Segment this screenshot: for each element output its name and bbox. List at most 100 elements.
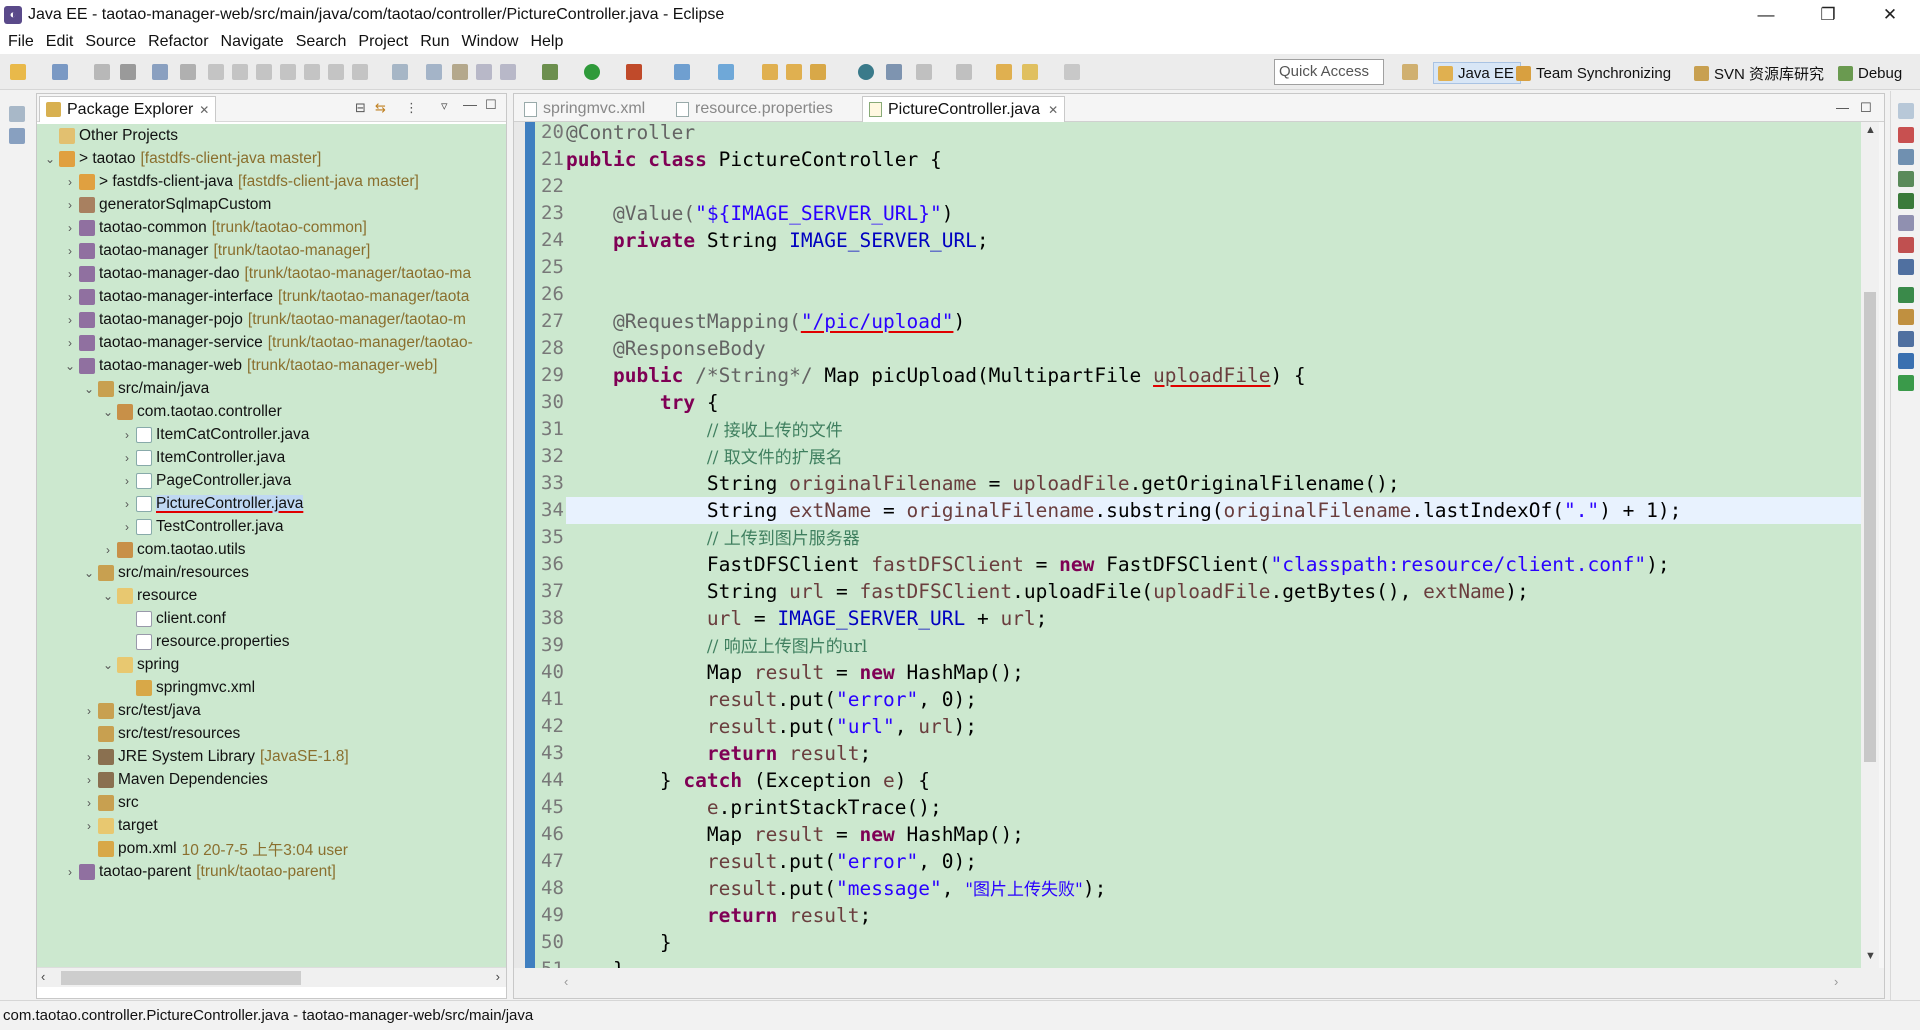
- expand-arrow[interactable]: ›: [120, 428, 134, 442]
- tree-item[interactable]: › src/test/java: [82, 699, 201, 722]
- expand-arrow[interactable]: ⌄: [101, 405, 115, 419]
- tree-item[interactable]: › PageController.java: [120, 469, 291, 492]
- expand-arrow[interactable]: ›: [82, 796, 96, 810]
- new-server-icon[interactable]: [674, 64, 690, 80]
- expand-arrow[interactable]: ›: [120, 520, 134, 534]
- properties-icon[interactable]: [1898, 215, 1914, 231]
- expand-arrow[interactable]: ›: [63, 313, 77, 327]
- save-all-icon[interactable]: [120, 64, 136, 80]
- collapse-all-icon[interactable]: ⊟: [355, 100, 366, 116]
- problems-icon[interactable]: [1898, 127, 1914, 143]
- external-tools-icon[interactable]: [626, 64, 642, 80]
- restore-view-icon[interactable]: [9, 106, 25, 122]
- minimize-view-icon[interactable]: —: [463, 96, 477, 112]
- close-icon[interactable]: ✕: [199, 103, 209, 117]
- tree-item[interactable]: resource.properties: [120, 630, 290, 653]
- quick-access-input[interactable]: Quick Access: [1274, 59, 1384, 85]
- vertical-scrollbar[interactable]: ▲ ▼: [1861, 122, 1879, 968]
- tree-item[interactable]: ⌄ > taotao [fastdfs-client-java master]: [43, 147, 321, 170]
- tree-item[interactable]: ⌄ com.taotao.controller: [101, 400, 282, 423]
- tree-item[interactable]: › taotao-manager [trunk/taotao-manager]: [63, 239, 370, 262]
- expand-arrow[interactable]: ›: [120, 474, 134, 488]
- expand-arrow[interactable]: ›: [120, 451, 134, 465]
- open-perspective-icon[interactable]: [1402, 64, 1418, 80]
- menu-navigate[interactable]: Navigate: [215, 33, 290, 51]
- snippets-icon[interactable]: [1898, 287, 1914, 303]
- perspective-team-sync[interactable]: Team Synchronizing: [1516, 62, 1671, 84]
- menu-help[interactable]: Help: [524, 33, 569, 51]
- outline-icon[interactable]: [1898, 149, 1914, 165]
- editor-horizontal-scrollbar[interactable]: ‹ ›: [514, 968, 1884, 998]
- history-icon[interactable]: [1898, 353, 1914, 369]
- drop-to-frame-icon[interactable]: [392, 64, 408, 80]
- expand-arrow[interactable]: ›: [63, 336, 77, 350]
- save-icon[interactable]: [94, 64, 110, 80]
- print-icon[interactable]: [152, 64, 168, 80]
- debug-icon[interactable]: [542, 64, 558, 80]
- open-folder-icon[interactable]: [762, 64, 778, 80]
- minimize-button[interactable]: —: [1738, 0, 1794, 29]
- suspend-icon[interactable]: [232, 64, 248, 80]
- tree-item[interactable]: ⌄ src/main/resources: [82, 561, 249, 584]
- tree-item[interactable]: › JRE System Library [JavaSE-1.8]: [82, 745, 349, 768]
- expand-arrow[interactable]: ⌄: [101, 589, 115, 603]
- disconnect-icon[interactable]: [280, 64, 296, 80]
- expand-arrow[interactable]: ›: [82, 773, 96, 787]
- code-text-area[interactable]: @Controller public class PictureControll…: [566, 122, 1861, 968]
- editor-body[interactable]: 20 21 22 23 24 25 26 27 28 29 30 31 32 3…: [514, 122, 1884, 968]
- forward-icon[interactable]: [1064, 64, 1080, 80]
- expand-arrow[interactable]: ›: [63, 175, 77, 189]
- next-annotation-icon[interactable]: [916, 64, 932, 80]
- expand-arrow[interactable]: ⌄: [101, 658, 115, 672]
- servers-icon[interactable]: [1898, 237, 1914, 253]
- tree-item[interactable]: › TestController.java: [120, 515, 284, 538]
- tree-item[interactable]: › ItemCatController.java: [120, 423, 309, 446]
- tree-item[interactable]: › taotao-common [trunk/taotao-common]: [63, 216, 367, 239]
- expand-arrow[interactable]: ›: [82, 819, 96, 833]
- open-type-icon[interactable]: [452, 64, 468, 80]
- tree-item[interactable]: client.conf: [120, 607, 226, 630]
- minimized-view-icon[interactable]: [9, 128, 25, 144]
- data-source-icon[interactable]: [1898, 259, 1914, 275]
- tree-item[interactable]: › > fastdfs-client-java [fastdfs-client-…: [63, 170, 419, 193]
- menu-run[interactable]: Run: [414, 33, 455, 51]
- new-web-project-icon[interactable]: [718, 64, 734, 80]
- menu-refactor[interactable]: Refactor: [142, 33, 214, 51]
- toggle-mark-icon[interactable]: [886, 64, 902, 80]
- tree-item[interactable]: pom.xml 10 20-7-5 上午3:04 user: [82, 837, 348, 860]
- perspective-debug[interactable]: Debug: [1838, 62, 1902, 84]
- horizontal-scrollbar[interactable]: ‹ ›: [37, 967, 506, 987]
- package-explorer-tab[interactable]: Package Explorer ✕: [39, 96, 217, 122]
- scroll-left-icon[interactable]: ‹: [564, 974, 568, 989]
- use-step-filters-icon[interactable]: [426, 64, 442, 80]
- tree-item[interactable]: › Maven Dependencies: [82, 768, 268, 791]
- tree-item[interactable]: › ItemController.java: [120, 446, 285, 469]
- expand-arrow[interactable]: ⌄: [43, 152, 57, 166]
- skip-breakpoints-icon[interactable]: [180, 64, 196, 80]
- expand-arrow[interactable]: ›: [63, 244, 77, 258]
- link-editor-icon[interactable]: ⇆: [375, 100, 386, 116]
- tree-item[interactable]: › target: [82, 814, 158, 837]
- scroll-right-icon[interactable]: ›: [1834, 974, 1838, 989]
- expand-arrow[interactable]: ›: [82, 704, 96, 718]
- resume-icon[interactable]: [208, 64, 224, 80]
- new-icon[interactable]: [10, 64, 26, 80]
- restore-view-icon[interactable]: [1898, 103, 1914, 119]
- scroll-left-icon[interactable]: ‹: [41, 969, 45, 984]
- menu-file[interactable]: File: [2, 33, 40, 51]
- menu-edit[interactable]: Edit: [40, 33, 80, 51]
- expand-arrow[interactable]: ›: [101, 543, 115, 557]
- step-over-icon[interactable]: [328, 64, 344, 80]
- scroll-right-icon[interactable]: ›: [496, 969, 500, 984]
- last-edit-icon[interactable]: [996, 64, 1012, 80]
- perspective-svn[interactable]: SVN 资源库研究: [1694, 62, 1824, 84]
- expand-arrow[interactable]: ⌄: [63, 359, 77, 373]
- open-resource-icon[interactable]: [476, 64, 492, 80]
- tree-item[interactable]: springmvc.xml: [120, 676, 255, 699]
- console-icon[interactable]: [1898, 309, 1914, 325]
- scroll-up-icon[interactable]: ▲: [1865, 124, 1876, 136]
- tab-springmvc-xml[interactable]: springmvc.xml: [518, 96, 651, 122]
- task-list-icon[interactable]: [1898, 171, 1914, 187]
- expand-arrow[interactable]: ›: [63, 198, 77, 212]
- view-menu-icon[interactable]: ⋮: [405, 100, 418, 116]
